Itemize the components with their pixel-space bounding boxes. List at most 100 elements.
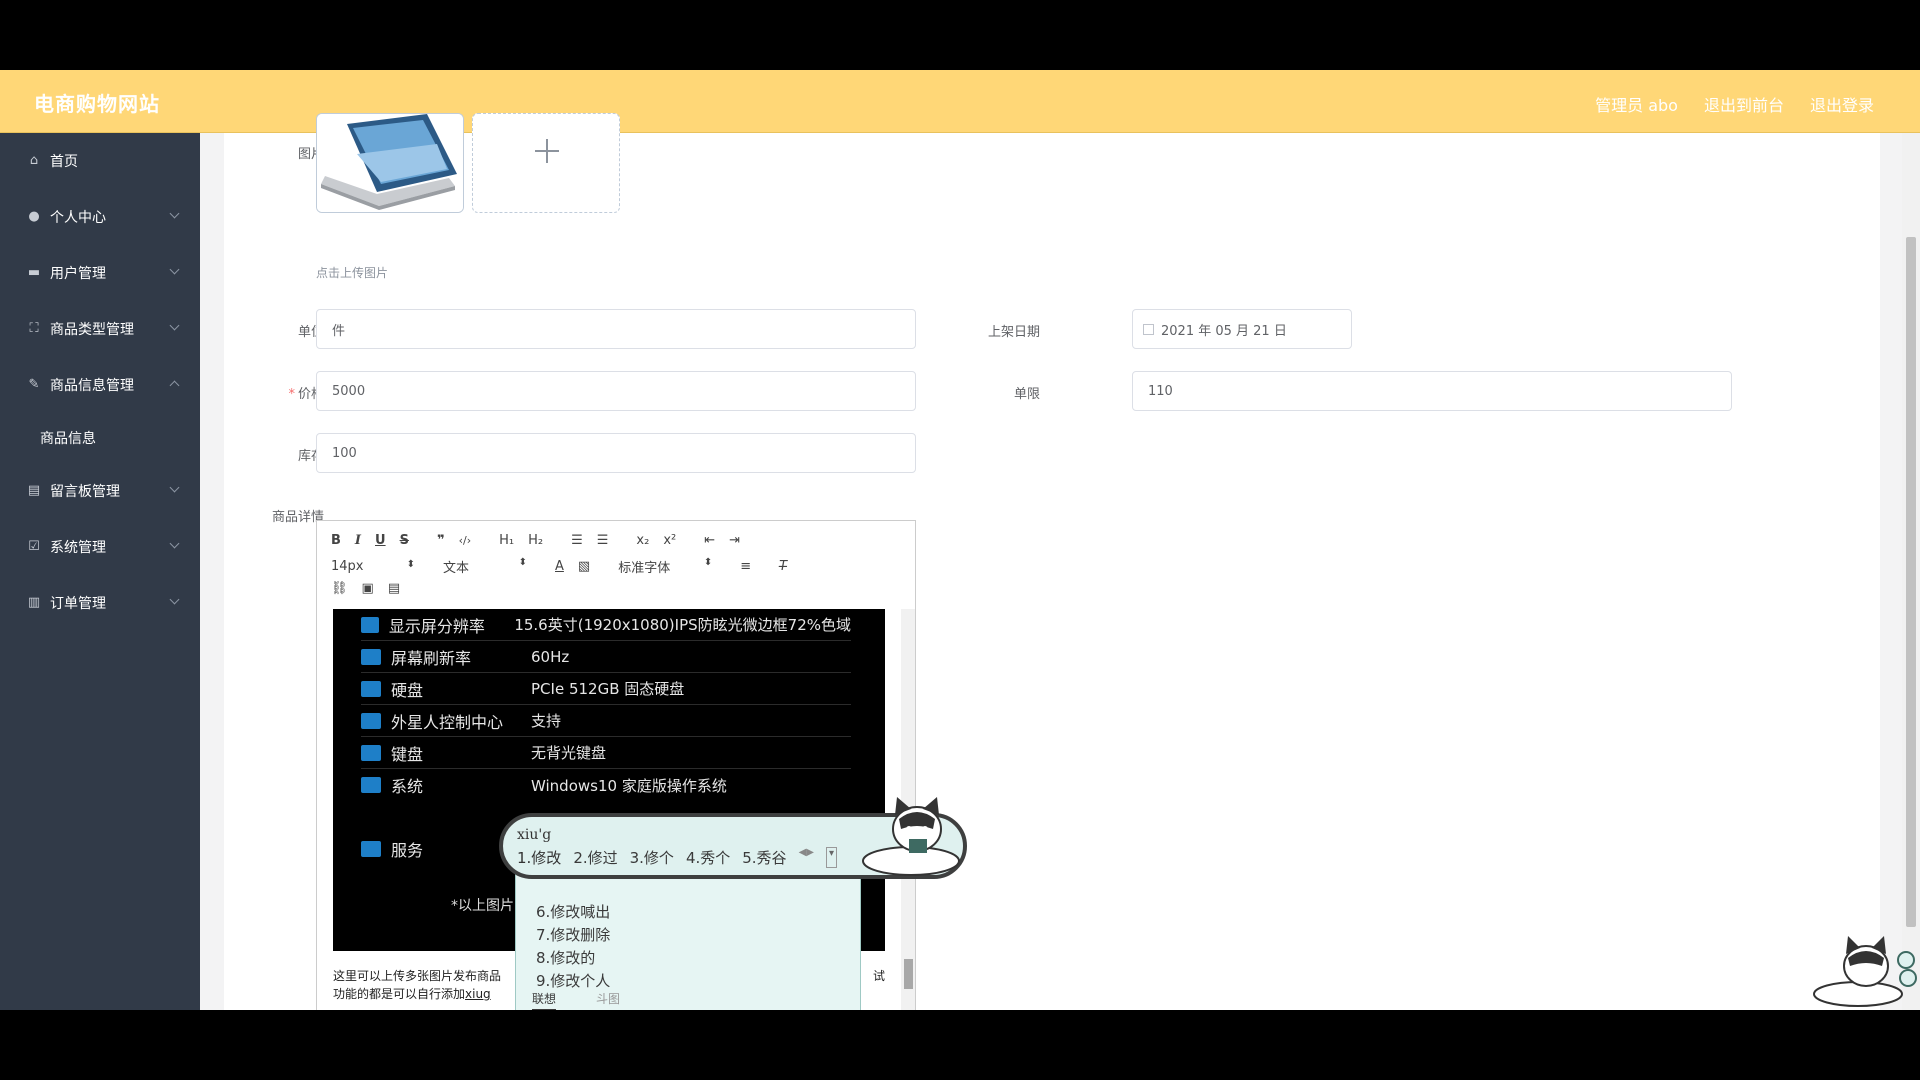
video-icon[interactable]: ▤	[388, 581, 400, 596]
italic-button[interactable]: I	[355, 533, 361, 548]
link-icon[interactable]: ⛓	[331, 581, 348, 596]
spec-row: 键盘 无背光键盘	[361, 737, 851, 769]
ime-candidate[interactable]: 8.修改的	[536, 947, 595, 968]
message-icon: ▤	[27, 483, 41, 498]
clear-format-icon[interactable]: T̶	[779, 559, 787, 574]
sidebar-item-goods[interactable]: ✎ 商品信息管理	[0, 357, 200, 413]
spec-value: 60Hz	[531, 647, 570, 666]
home-icon: ⌂	[29, 153, 39, 168]
sidebar-item-label: 留言板管理	[50, 484, 120, 500]
sidebar-item-home[interactable]: ⌂ 首页	[0, 133, 200, 189]
indent-icon[interactable]: ⇥	[729, 533, 740, 548]
spec-row: 屏幕刷新率 60Hz	[361, 641, 851, 673]
sidebar-item-system[interactable]: ☑ 系统管理	[0, 519, 200, 575]
bold-button[interactable]: B	[331, 533, 341, 548]
ime-candidate[interactable]: 5.秀谷	[742, 847, 786, 868]
limit-input[interactable]: 110	[1132, 371, 1732, 411]
font-color-icon[interactable]: A	[555, 559, 564, 574]
top-header: 电商购物网站 管理员 abo 退出到前台 退出登录	[0, 70, 1920, 133]
ime-tabs: 联想 斗图	[532, 990, 620, 1010]
editor-toolbar-row-2: 14px ⬍ 文本 ⬍ A ▧ 标准字体 ⬍ ≡ T̶	[331, 557, 801, 576]
code-block-button[interactable]: ‹/›	[459, 534, 472, 547]
ime-candidate[interactable]: 4.秀个	[686, 847, 730, 868]
exit-to-front-link[interactable]: 退出到前台	[1704, 92, 1784, 116]
align-icon[interactable]: ≡	[740, 559, 751, 574]
unit-input[interactable]: 件	[316, 309, 916, 349]
font-family-select[interactable]: 标准字体 ⬍	[618, 557, 712, 576]
main-content: 图片 点击上传图片 单位 件 上架日期 2021 年 05 月 21 日 * 价…	[200, 113, 1902, 1010]
ime-candidate[interactable]: 3.修个	[630, 847, 674, 868]
header-select-value: 文本	[443, 561, 470, 576]
select-arrows-icon: ⬍	[518, 557, 527, 568]
page-scrollbar[interactable]	[1902, 133, 1920, 1010]
admin-user-link[interactable]: 管理员 abo	[1595, 92, 1678, 116]
spec-key: 显示屏分辨率	[388, 616, 485, 636]
ime-candidate[interactable]: 2.修过	[573, 847, 617, 868]
ime-candidate-list: 6.修改喊出 7.修改删除 8.修改的 9.修改个人 联想 斗图	[515, 865, 861, 1010]
order-icon: ▥	[27, 595, 41, 610]
ime-candidate[interactable]: 6.修改喊出	[536, 901, 610, 922]
disk-icon	[361, 680, 381, 697]
subscript-button[interactable]: x₂	[636, 533, 649, 548]
laptop-image	[317, 114, 463, 212]
h2-button[interactable]: H₂	[528, 533, 543, 548]
sidebar-item-label: 系统管理	[50, 540, 106, 556]
mascot-cat-icon	[1813, 936, 1917, 1007]
ime-first-row: 1.修改 2.修过 3.修个 4.秀个 5.秀谷 ◀▶ ▾	[517, 847, 837, 868]
background-color-icon[interactable]: ▧	[578, 559, 590, 574]
chevron-down-icon	[169, 538, 180, 549]
sidebar-item-label: 商品类型管理	[50, 322, 134, 338]
sidebar-item-messages[interactable]: ▤ 留言板管理	[0, 463, 200, 519]
spec-value: 支持	[531, 712, 562, 730]
alien-icon	[361, 712, 381, 729]
outdent-icon[interactable]: ⇤	[704, 533, 715, 548]
sidebar-item-category[interactable]: ⛶ 商品类型管理	[0, 301, 200, 357]
sidebar-subitem-goods-info[interactable]: 商品信息	[0, 413, 200, 463]
h1-button[interactable]: H₁	[499, 533, 514, 548]
spec-value: Windows10 家庭版操作系统	[531, 776, 727, 795]
date-value: 2021 年 05 月 21 日	[1161, 323, 1287, 339]
ime-tab-meme[interactable]: 斗图	[596, 990, 620, 1010]
sidebar-item-users[interactable]: ▬ 用户管理	[0, 245, 200, 301]
ime-expand-icon[interactable]: ▾	[825, 847, 837, 868]
blockquote-button[interactable]: ❞	[437, 533, 445, 548]
stock-input[interactable]: 100	[316, 433, 916, 473]
detail-label: 商品详情	[271, 510, 324, 525]
sidebar-item-personal[interactable]: ● 个人中心	[0, 189, 200, 245]
sidebar-item-label: 首页	[50, 154, 78, 170]
page-scroll-thumb[interactable]	[1906, 237, 1916, 927]
sidebar-item-orders[interactable]: ▥ 订单管理	[0, 575, 200, 631]
ime-candidate[interactable]: 7.修改删除	[536, 924, 610, 945]
ime-candidate[interactable]: 9.修改个人	[536, 970, 610, 991]
underline-button[interactable]: U	[375, 533, 386, 548]
image-icon[interactable]: ▣	[362, 581, 374, 596]
stock-label: 库存	[297, 449, 324, 464]
image-label: 图片	[297, 147, 324, 162]
uploaded-image-thumbnail[interactable]	[316, 113, 464, 213]
date-picker[interactable]: 2021 年 05 月 21 日	[1132, 309, 1352, 349]
price-input[interactable]: 5000	[316, 371, 916, 411]
ime-candidate[interactable]: 1.修改	[517, 847, 561, 868]
select-arrows-icon: ⬍	[406, 559, 415, 570]
date-label: 上架日期	[987, 325, 1040, 340]
superscript-button[interactable]: x²	[663, 533, 676, 548]
logout-link[interactable]: 退出登录	[1810, 92, 1874, 116]
ime-page-arrows-icon[interactable]: ◀▶	[799, 847, 814, 868]
upload-image-button[interactable]	[472, 113, 620, 213]
ime-tab-association[interactable]: 联想	[532, 990, 557, 1010]
strike-button[interactable]: S	[400, 533, 409, 548]
bullet-list-icon[interactable]: ☰	[597, 533, 609, 548]
font-size-select[interactable]: 14px ⬍	[331, 559, 415, 574]
display-icon	[361, 616, 379, 633]
sidebar: ⌂ 首页 ● 个人中心 ▬ 用户管理 ⛶ 商品类型管理 ✎ 商品信息管理 商品信…	[0, 133, 200, 1010]
sidebar-item-label: 个人中心	[50, 210, 106, 226]
calendar-icon	[1143, 323, 1154, 335]
ordered-list-icon[interactable]: ☰	[571, 533, 583, 548]
editor-text-c: 功能的都是可以自行添加	[333, 987, 466, 1001]
chevron-up-icon	[169, 380, 180, 391]
chevron-down-icon	[169, 482, 180, 493]
header-select[interactable]: 文本 ⬍	[443, 557, 527, 576]
sidebar-item-label: 订单管理	[50, 596, 106, 612]
users-icon: ▬	[27, 265, 41, 280]
sidebar-item-label: 商品信息管理	[50, 378, 134, 394]
